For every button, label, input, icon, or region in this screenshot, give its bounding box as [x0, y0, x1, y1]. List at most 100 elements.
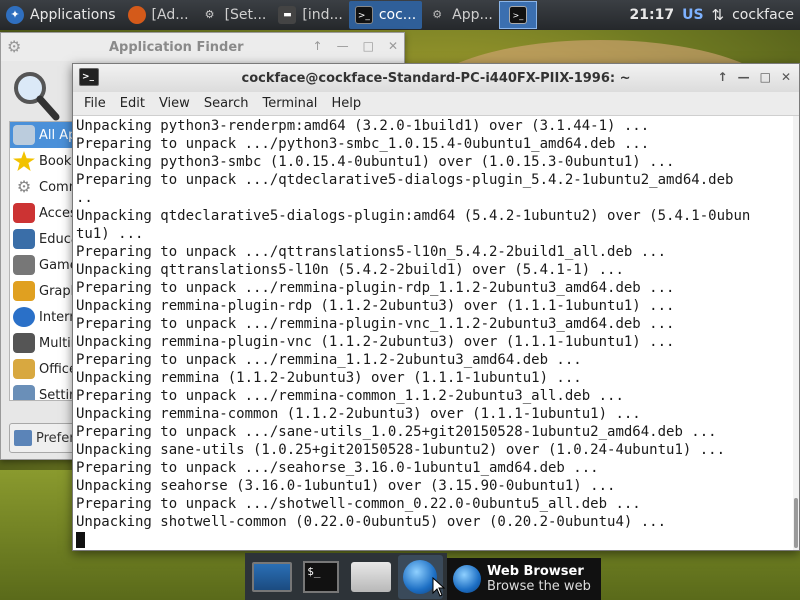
maximize-icon[interactable]: □	[363, 39, 374, 53]
category-multimedia[interactable]: Multimedia	[10, 330, 78, 356]
terminal-icon: $_	[303, 560, 340, 593]
terminal-line: Unpacking qtdeclarative5-dialogs-plugin:…	[76, 208, 751, 224]
terminal-output[interactable]: Unpacking python3-renderpm:amd64 (3.2.0-…	[73, 116, 793, 550]
terminal-titlebar[interactable]: >_ cockface@cockface-Standard-PC-i440FX-…	[73, 64, 799, 92]
network-icon[interactable]: ⇅	[712, 6, 725, 24]
applications-label: Applications	[30, 7, 116, 23]
terminal-icon: ▬	[278, 6, 297, 24]
task-indicator[interactable]: ▬ [ind...	[272, 1, 348, 29]
settings-icon	[13, 385, 35, 400]
task-firefox[interactable]: [Ad...	[122, 1, 195, 29]
terminal-scrollbar[interactable]	[793, 116, 799, 550]
clock[interactable]: 21:17	[630, 7, 675, 23]
category-office[interactable]: Office	[10, 356, 78, 382]
tooltip-title: Web Browser	[487, 564, 584, 579]
games-icon	[13, 255, 35, 275]
terminal-line: Preparing to unpack .../qttranslations5-…	[76, 244, 667, 260]
keyboard-layout[interactable]: US	[682, 7, 703, 23]
menu-help[interactable]: Help	[324, 96, 368, 111]
category-internet[interactable]: Internet	[10, 304, 78, 330]
terminal-line: tu1) ...	[76, 226, 144, 242]
terminal-line: Preparing to unpack .../remmina-plugin-r…	[76, 280, 675, 296]
multimedia-icon	[13, 333, 35, 353]
category-education[interactable]: Education	[10, 226, 78, 252]
menu-view[interactable]: View	[152, 96, 197, 111]
category-all[interactable]: All Applications	[10, 122, 78, 148]
terminal-line: Preparing to unpack .../remmina-plugin-v…	[76, 316, 675, 332]
maximize-icon[interactable]: □	[760, 70, 771, 84]
terminal-menubar: File Edit View Search Terminal Help	[73, 92, 799, 116]
terminal-line: Preparing to unpack .../remmina_1.1.2-2u…	[76, 352, 582, 368]
gears-icon: ⚙	[16, 177, 32, 196]
task-settings[interactable]: ⚙ [Set...	[195, 1, 273, 29]
show-desktop-button[interactable]	[249, 555, 295, 599]
terminal-line: Unpacking python3-smbc (1.0.15.4-0ubuntu…	[76, 154, 675, 170]
star-icon	[13, 151, 35, 171]
preferences-icon	[14, 430, 32, 446]
terminal-line: Preparing to unpack .../shotwell-common_…	[76, 496, 641, 512]
minimize-icon[interactable]: —	[337, 39, 349, 53]
user-menu[interactable]: cockface	[732, 7, 794, 23]
terminal-line: Unpacking qttranslations5-l10n (5.4.2-2b…	[76, 262, 624, 278]
terminal-line: Unpacking shotwell-common (0.22.0-0ubunt…	[76, 514, 667, 530]
terminal-line: Unpacking remmina-plugin-rdp (1.1.2-2ubu…	[76, 298, 675, 314]
gear-icon: ⚙	[204, 8, 215, 21]
app-finder-icon: ⚙	[7, 37, 22, 56]
task-app-finder[interactable]: ⚙ App...	[422, 1, 499, 29]
terminal-line: Unpacking remmina (1.1.2-2ubuntu3) over …	[76, 370, 582, 386]
close-icon[interactable]: ✕	[781, 70, 791, 84]
accessories-icon	[13, 203, 35, 223]
xfce-mouse-icon: ✦	[6, 6, 24, 24]
category-list: All Applications Bookmarks ⚙Commands Acc…	[9, 121, 79, 401]
terminal-icon: >_	[508, 6, 527, 24]
terminal-icon: >_	[79, 68, 99, 86]
terminal-line: Preparing to unpack .../qtdeclarative5-d…	[76, 172, 734, 188]
task-terminal[interactable]: >_ coc...	[348, 1, 423, 29]
magnifier-icon	[14, 72, 60, 121]
roll-up-icon[interactable]: ↑	[718, 70, 728, 84]
mouse-pointer-icon	[432, 577, 446, 597]
bottom-dock: $_	[245, 553, 447, 600]
file-manager-launcher[interactable]	[348, 555, 394, 599]
applications-menu-button[interactable]: ✦ Applications	[0, 0, 122, 30]
terminal-line: Unpacking python3-renderpm:amd64 (3.2.0-…	[76, 118, 650, 134]
terminal-line: Unpacking seahorse (3.16.0-1ubuntu1) ove…	[76, 478, 616, 494]
menu-edit[interactable]: Edit	[113, 96, 152, 111]
terminal-cursor	[76, 532, 85, 548]
minimize-icon[interactable]: —	[738, 70, 750, 84]
all-apps-icon	[13, 125, 35, 145]
show-desktop-icon	[251, 561, 292, 592]
terminal-line: Unpacking remmina-plugin-vnc (1.1.2-2ubu…	[76, 334, 675, 350]
menu-file[interactable]: File	[77, 96, 113, 111]
home-folder-icon	[350, 561, 391, 592]
category-settings[interactable]: Settings	[10, 382, 78, 400]
roll-up-icon[interactable]: ↑	[313, 39, 323, 53]
terminal-line: Unpacking remmina-common (1.1.2-2ubuntu3…	[76, 406, 641, 422]
terminal-window: >_ cockface@cockface-Standard-PC-i440FX-…	[72, 63, 800, 551]
terminal-line: Preparing to unpack .../sane-utils_1.0.2…	[76, 424, 717, 440]
terminal-icon: >_	[354, 6, 373, 24]
tooltip-subtitle: Browse the web	[487, 579, 591, 594]
terminal-launcher[interactable]: $_	[299, 555, 345, 599]
terminal-line: Preparing to unpack .../python3-smbc_1.0…	[76, 136, 650, 152]
menu-terminal[interactable]: Terminal	[255, 96, 324, 111]
terminal-line: ..	[76, 190, 93, 206]
category-games[interactable]: Games	[10, 252, 78, 278]
terminal-line: Preparing to unpack .../remmina-common_1…	[76, 388, 624, 404]
category-accessories[interactable]: Accessories	[10, 200, 78, 226]
terminal-title: cockface@cockface-Standard-PC-i440FX-PII…	[241, 70, 631, 86]
close-icon[interactable]: ✕	[388, 39, 398, 53]
category-graphics[interactable]: Graphics	[10, 278, 78, 304]
menu-search[interactable]: Search	[197, 96, 256, 111]
workspace-switcher[interactable]: >_	[498, 1, 537, 29]
top-panel: ✦ Applications [Ad... ⚙ [Set... ▬ [ind..…	[0, 0, 800, 30]
web-browser-icon	[453, 565, 481, 593]
category-commands[interactable]: ⚙Commands	[10, 174, 78, 200]
web-browser-tooltip: Web Browser Browse the web	[447, 558, 601, 600]
preferences-button[interactable]: Preferences	[9, 423, 81, 453]
terminal-prompt-line	[76, 531, 793, 549]
category-bookmarks[interactable]: Bookmarks	[10, 148, 78, 174]
graphics-icon	[13, 281, 35, 301]
office-icon	[13, 359, 35, 379]
firefox-icon	[127, 6, 146, 24]
